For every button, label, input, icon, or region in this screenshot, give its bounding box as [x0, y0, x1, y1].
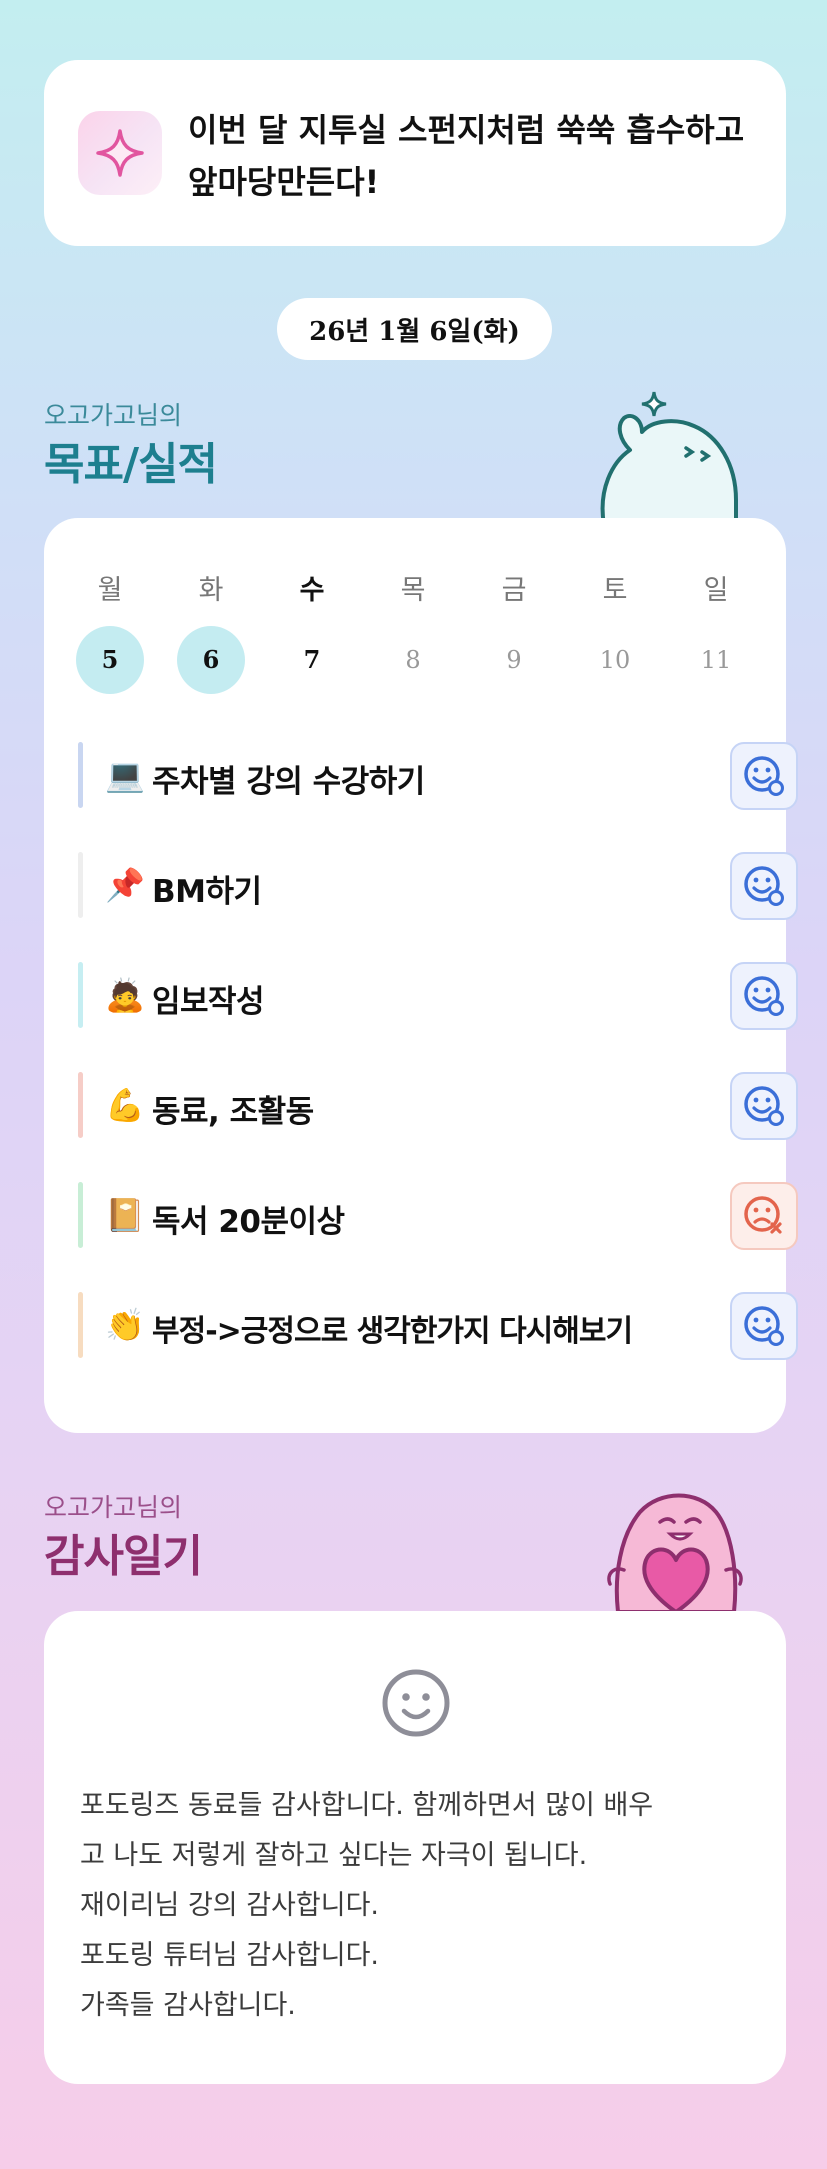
goals-subtitle: 오고가고님의: [44, 401, 183, 430]
status-ok-icon[interactable]: [730, 962, 798, 1030]
goal-color-bar: [78, 1292, 83, 1358]
gratitude-subtitle: 오고가고님의: [44, 1493, 183, 1522]
gratitude-line: 고 나도 저렇게 잘하고 싶다는 자극이 됩니다.: [80, 1840, 588, 1871]
notebook-icon: 📔: [105, 1196, 145, 1234]
goal-label: 임보작성: [152, 984, 265, 1020]
laptop-icon: 💻: [105, 756, 145, 794]
ghost-mascot-icon: [600, 391, 738, 525]
gratitude-title: 감사일기: [44, 1531, 203, 1582]
day-11[interactable]: 11: [682, 626, 750, 694]
gratitude-text: 포도링즈 동료들 감사합니다. 함께하면서 많이 배우 고 나도 저렇게 잘하고…: [80, 1781, 760, 2031]
status-ok-icon[interactable]: [730, 1072, 798, 1140]
date-pill[interactable]: 26년 1월 6일(화): [277, 298, 552, 360]
motto-card: 이번 달 지투실 스펀지처럼 쑥쑥 흡수하고 앞마당만든다!: [44, 60, 786, 246]
day-name-wed: 수: [299, 575, 325, 606]
day-5[interactable]: 5: [76, 626, 144, 694]
goal-label: 동료, 조활동: [152, 1094, 314, 1130]
status-ok-icon[interactable]: [730, 1292, 798, 1360]
day-10[interactable]: 10: [581, 626, 649, 694]
gratitude-line: 가족들 감사합니다.: [80, 1990, 296, 2021]
day-name-mon: 월: [97, 575, 123, 606]
day-name-fri: 금: [501, 575, 527, 606]
goal-color-bar: [78, 962, 83, 1028]
gratitude-line: 포도링즈 동료들 감사합니다. 함께하면서 많이 배우: [80, 1790, 654, 1821]
goal-row[interactable]: 💻 주차별 강의 수강하기: [78, 740, 798, 810]
gratitude-line: 포도링 튜터님 감사합니다.: [80, 1940, 379, 1971]
motto-line-1: 이번 달 지투실 스펀지처럼 쑥쑥 흡수하고: [188, 111, 745, 149]
day-6[interactable]: 6: [177, 626, 245, 694]
day-name-thu: 목: [400, 575, 426, 606]
clapping-hands-icon: 👏: [105, 1306, 145, 1344]
day-7[interactable]: 7: [278, 626, 346, 694]
day-9[interactable]: 9: [480, 626, 548, 694]
goal-label: 부정->긍정으로 생각한가지 다시해보기: [152, 1314, 633, 1349]
day-8[interactable]: 8: [379, 626, 447, 694]
smile-face-icon[interactable]: [380, 1667, 452, 1739]
motto-text: 이번 달 지투실 스펀지처럼 쑥쑥 흡수하고 앞마당만든다!: [188, 104, 768, 208]
goal-label: 독서 20분이상: [152, 1204, 345, 1240]
goal-row[interactable]: 📌 BM하기: [78, 850, 798, 920]
status-ok-icon[interactable]: [730, 742, 798, 810]
motto-line-2: 앞마당만든다!: [188, 163, 380, 201]
day-name-tue: 화: [198, 575, 224, 606]
goal-label: 주차별 강의 수강하기: [152, 764, 425, 800]
gratitude-card: 포도링즈 동료들 감사합니다. 함께하면서 많이 배우 고 나도 저렇게 잘하고…: [44, 1611, 786, 2084]
goal-color-bar: [78, 742, 83, 808]
day-name-sat: 토: [602, 575, 628, 606]
goal-row[interactable]: 💪 동료, 조활동: [78, 1070, 798, 1140]
goal-row[interactable]: 🙇 임보작성: [78, 960, 798, 1030]
heart-mascot-icon: [607, 1493, 743, 1612]
person-at-laptop-icon: 🙇: [105, 976, 145, 1014]
day-name-sun: 일: [703, 575, 729, 606]
goal-row[interactable]: 👏 부정->긍정으로 생각한가지 다시해보기: [78, 1290, 798, 1360]
goal-color-bar: [78, 1182, 83, 1248]
goals-card: 월 화 수 목 금 토 일 5 6 7 8 9 10 11 💻 주차별 강의 수…: [44, 518, 798, 1433]
goal-label: BM하기: [152, 874, 262, 910]
goal-color-bar: [78, 1072, 83, 1138]
goals-title: 목표/실적: [44, 439, 218, 490]
status-ok-icon[interactable]: [730, 852, 798, 920]
status-fail-icon[interactable]: [730, 1182, 798, 1250]
gratitude-line: 재이리님 강의 감사합니다.: [80, 1890, 379, 1921]
sparkle-icon: [78, 111, 162, 195]
pushpin-icon: 📌: [105, 866, 145, 904]
goal-color-bar: [78, 852, 83, 918]
flexed-biceps-icon: 💪: [105, 1086, 145, 1124]
goal-row[interactable]: 📔 독서 20분이상: [78, 1180, 798, 1250]
